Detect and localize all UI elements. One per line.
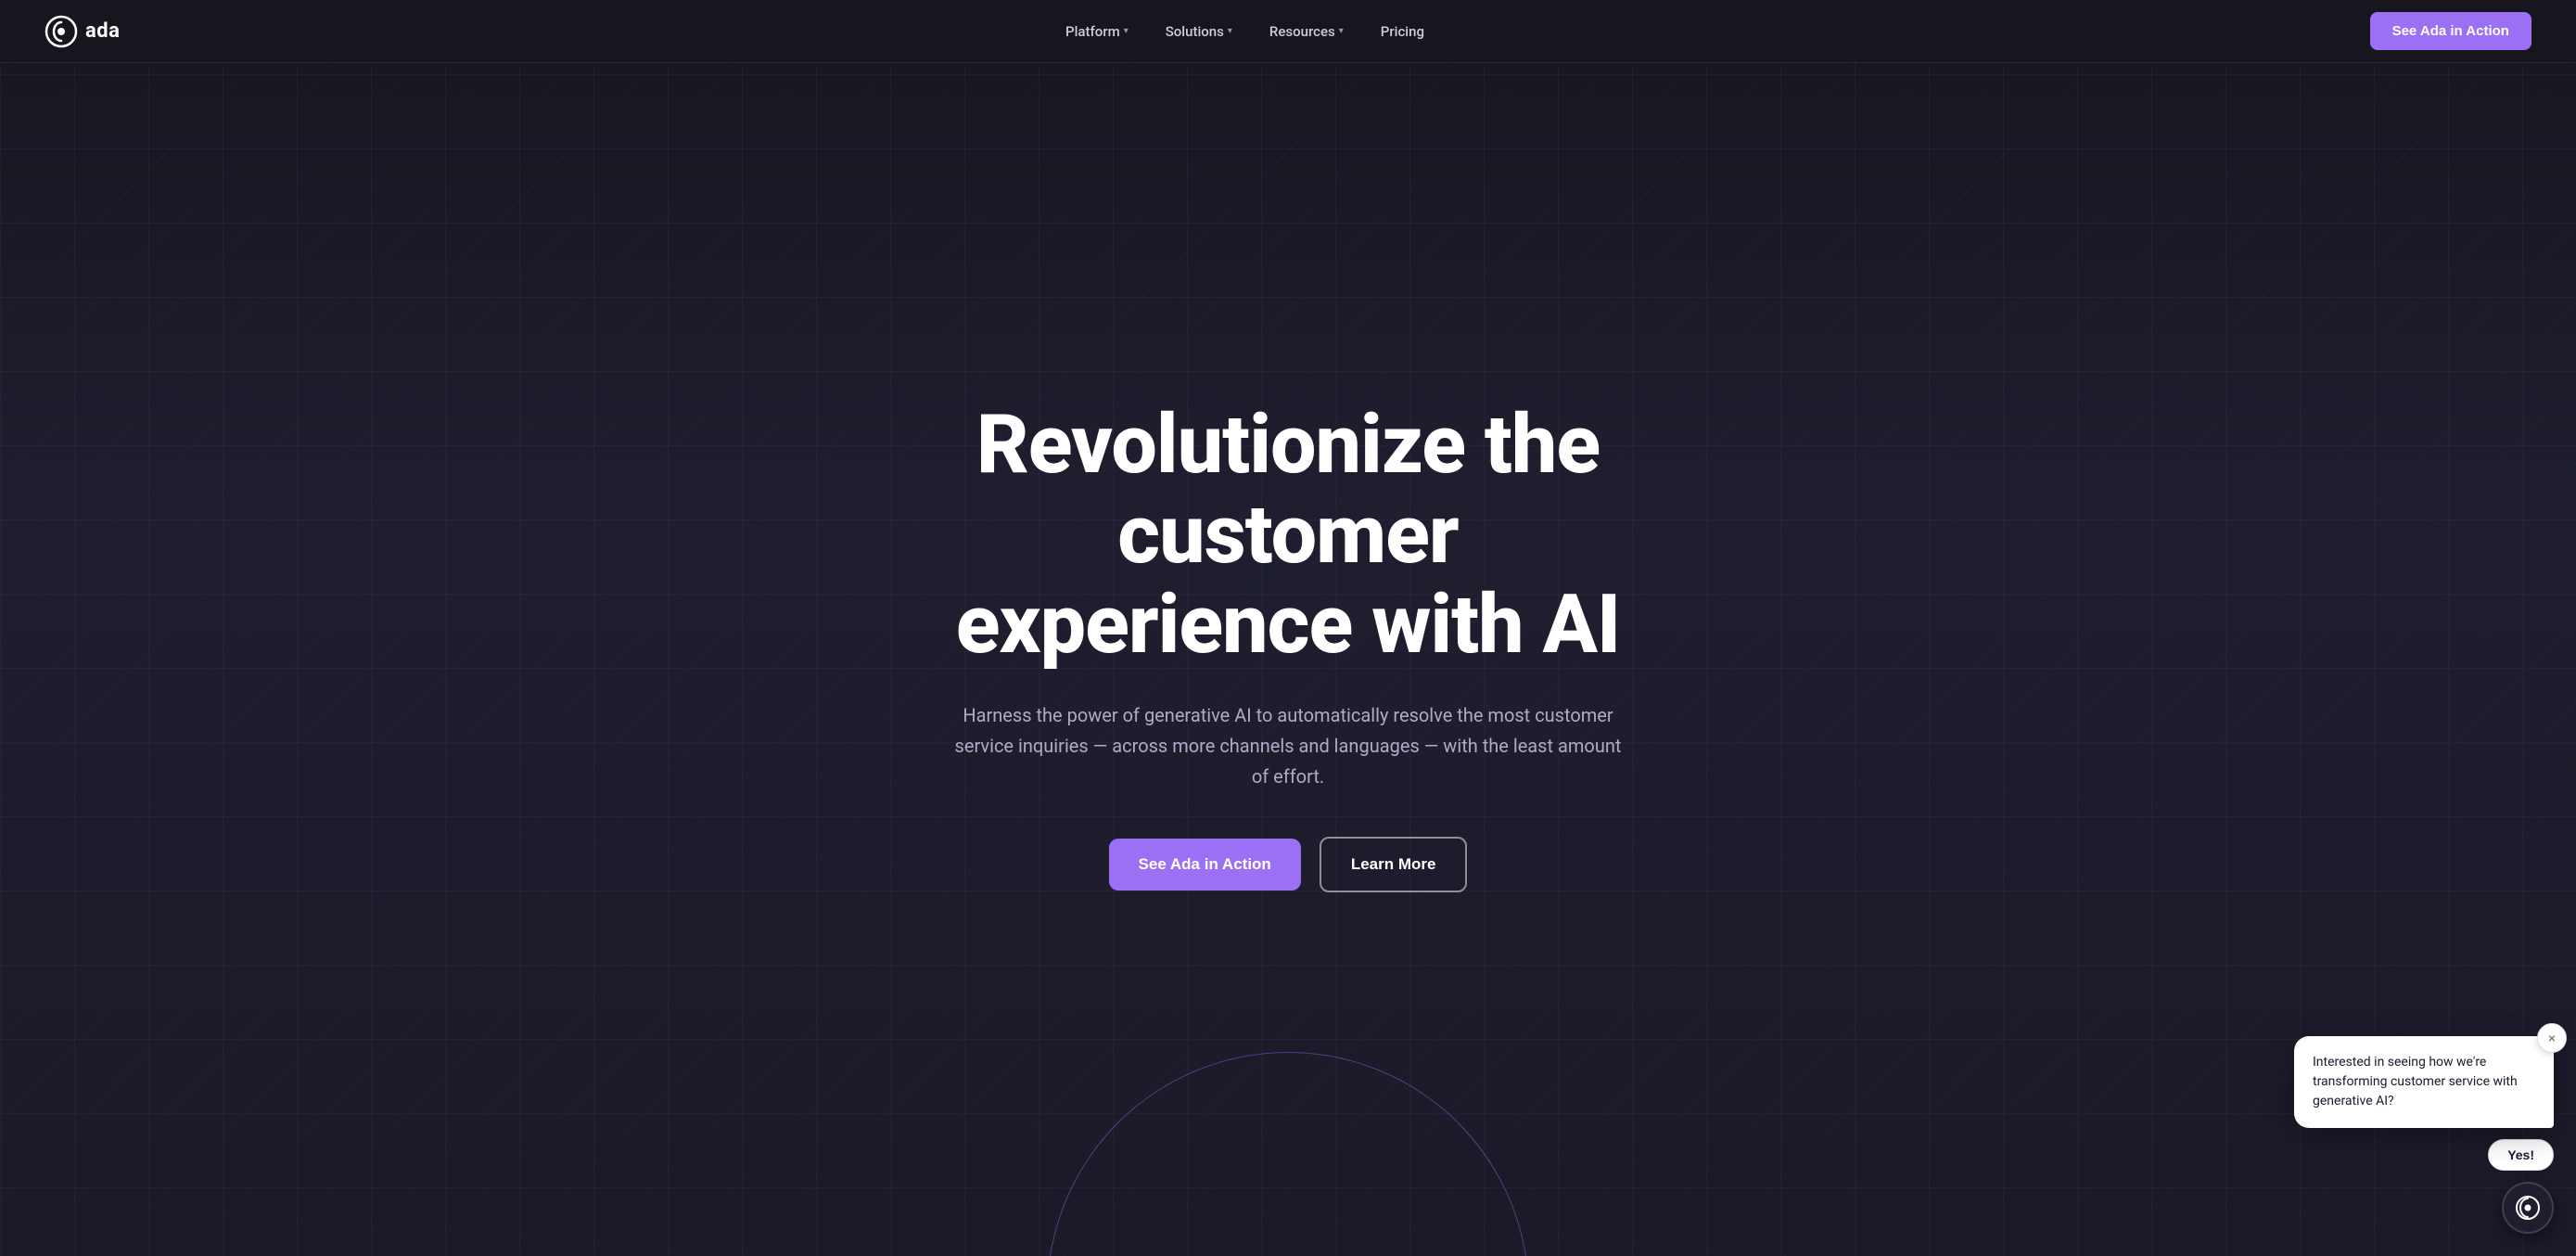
solutions-chevron-icon: ▾ xyxy=(1228,26,1232,36)
logo[interactable]: ada xyxy=(45,15,120,48)
hero-title: Revolutionize the customer experience wi… xyxy=(871,401,1705,670)
logo-text: ada xyxy=(85,19,120,43)
chat-close-button[interactable]: × xyxy=(2537,1023,2567,1053)
chat-avatar-icon xyxy=(2515,1195,2541,1221)
hero-cta-secondary-button[interactable]: Learn More xyxy=(1320,837,1468,892)
hero-content: Revolutionize the customer experience wi… xyxy=(871,401,1705,891)
hero-section: Revolutionize the customer experience wi… xyxy=(0,0,2576,1256)
chat-yes-button[interactable]: Yes! xyxy=(2488,1139,2554,1171)
nav-links: Platform ▾ Solutions ▾ Resources ▾ Prici… xyxy=(1051,16,1439,47)
nav-platform[interactable]: Platform ▾ xyxy=(1051,16,1143,47)
nav-cta-button[interactable]: See Ada in Action xyxy=(2370,12,2531,50)
nav-solutions[interactable]: Solutions ▾ xyxy=(1151,16,1247,47)
hero-subtitle: Harness the power of generative AI to au… xyxy=(945,700,1631,792)
chat-bubble-text: Interested in seeing how we're transform… xyxy=(2313,1053,2535,1111)
ada-logo-icon xyxy=(45,15,78,48)
hero-cta-primary-button[interactable]: See Ada in Action xyxy=(1109,839,1301,891)
hero-buttons: See Ada in Action Learn More xyxy=(871,837,1705,892)
chat-bubble: × Interested in seeing how we're transfo… xyxy=(2294,1036,2554,1128)
hero-orb xyxy=(1047,1052,1529,1256)
chat-widget: × Interested in seeing how we're transfo… xyxy=(2294,1036,2554,1234)
nav-resources[interactable]: Resources ▾ xyxy=(1255,16,1358,47)
hero-orb-shape xyxy=(1047,1052,1529,1256)
platform-chevron-icon: ▾ xyxy=(1124,26,1129,36)
chat-avatar-button[interactable] xyxy=(2502,1182,2554,1234)
resources-chevron-icon: ▾ xyxy=(1339,26,1344,36)
navbar: ada Platform ▾ Solutions ▾ Resources ▾ P… xyxy=(0,0,2576,63)
nav-pricing[interactable]: Pricing xyxy=(1366,16,1439,47)
